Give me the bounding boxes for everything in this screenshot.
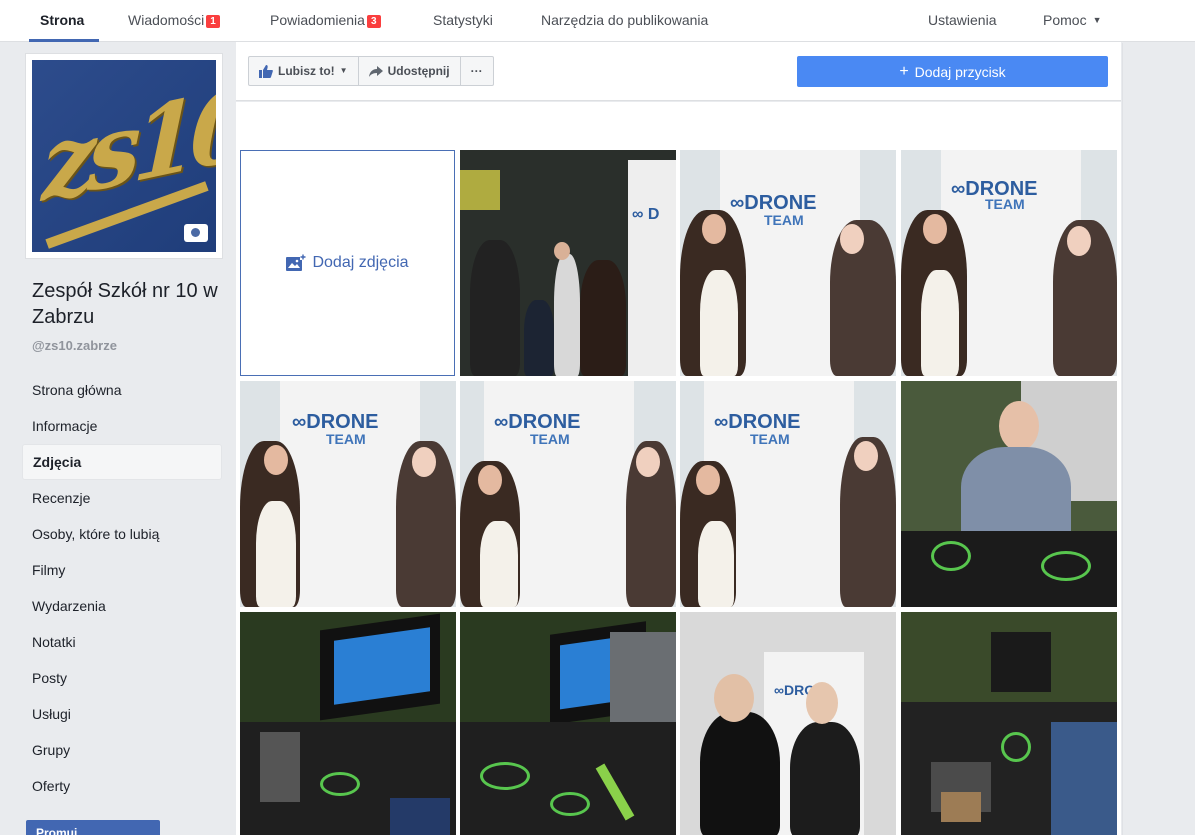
add-photo-icon [286, 254, 307, 271]
sidebar-item-informacje[interactable]: Informacje [22, 408, 222, 444]
sidebar-item-recenzje[interactable]: Recenzje [22, 480, 222, 516]
camera-icon[interactable] [184, 224, 208, 242]
sidebar-item-filmy[interactable]: Filmy [22, 552, 222, 588]
tab-ustawienia[interactable]: Ustawienia [928, 12, 996, 28]
promote-button[interactable]: Promuj [26, 820, 160, 835]
profile-picture[interactable]: zs10 [25, 53, 223, 259]
thumbs-up-icon [259, 64, 273, 78]
sidebar-item-oferty[interactable]: Oferty [22, 768, 222, 804]
sidebar-item-uslugi[interactable]: Usługi [22, 696, 222, 732]
page-sidebar-nav: Strona główna Informacje Zdjęcia Recenzj… [22, 372, 222, 804]
sidebar-item-osoby[interactable]: Osoby, które to lubią [22, 516, 222, 552]
tab-powiadomienia[interactable]: Powiadomienia 3 [270, 12, 381, 28]
gallery-photo[interactable]: ∞DRONE TEAM [680, 150, 896, 376]
sidebar-item-posty[interactable]: Posty [22, 660, 222, 696]
gallery-photo[interactable]: ∞DRONE TEAM [460, 381, 676, 607]
more-options-button[interactable]: ··· [461, 57, 493, 85]
gallery-photo[interactable] [240, 612, 456, 835]
logo-text: zs10 [40, 64, 216, 225]
gallery-photo[interactable]: ∞DRON [680, 612, 896, 835]
gallery-photo[interactable]: ∞DRONE TEAM [901, 150, 1117, 376]
share-button[interactable]: Udostępnij [359, 57, 461, 85]
sidebar-item-notatki[interactable]: Notatki [22, 624, 222, 660]
plus-icon: + [899, 62, 909, 80]
page-action-bar: Lubisz to! ▼ Udostępnij ··· + Dodaj przy… [236, 42, 1121, 101]
notifications-badge: 3 [366, 15, 381, 28]
page-title: Zespół Szkół nr 10 w Zabrzu [32, 280, 218, 328]
tab-wiadomosci[interactable]: Wiadomości 1 [128, 12, 220, 28]
sidebar-item-strona-glowna[interactable]: Strona główna [22, 372, 222, 408]
tab-strona[interactable]: Strona [40, 12, 84, 28]
gallery-photo[interactable] [901, 612, 1117, 835]
chevron-down-icon: ▼ [1092, 15, 1102, 25]
gallery-photo[interactable]: ∞ D [460, 150, 676, 376]
tab-pomoc[interactable]: Pomoc ▼ [1043, 12, 1102, 28]
add-button-button[interactable]: + Dodaj przycisk [797, 56, 1108, 87]
right-margin [1122, 43, 1195, 835]
school-logo: zs10 [32, 60, 216, 252]
gallery-photo[interactable]: ∞DRONE TEAM [680, 381, 896, 607]
tab-narzedzia[interactable]: Narzędzia do publikowania [541, 12, 708, 28]
gallery-photo[interactable] [460, 612, 676, 835]
sidebar-item-zdjecia[interactable]: Zdjęcia [22, 444, 222, 480]
top-nav: Strona Wiadomości 1 Powiadomienia 3 Statys… [0, 0, 1195, 42]
gallery-photo[interactable]: ∞DRONE TEAM [240, 381, 456, 607]
tab-statystyki[interactable]: Statystyki [433, 12, 493, 28]
active-tab-indicator [29, 39, 99, 42]
page-handle[interactable]: @zs10.zabrze [32, 338, 117, 353]
add-photos-tile[interactable]: Dodaj zdjęcia [240, 150, 455, 376]
sidebar-item-grupy[interactable]: Grupy [22, 732, 222, 768]
page-actions-group: Lubisz to! ▼ Udostępnij ··· [248, 56, 494, 86]
sidebar-item-wydarzenia[interactable]: Wydarzenia [22, 588, 222, 624]
like-button[interactable]: Lubisz to! ▼ [249, 57, 359, 85]
share-arrow-icon [368, 65, 383, 77]
chevron-down-icon: ▼ [339, 66, 348, 75]
messages-badge: 1 [206, 15, 220, 28]
gallery-photo[interactable] [901, 381, 1117, 607]
